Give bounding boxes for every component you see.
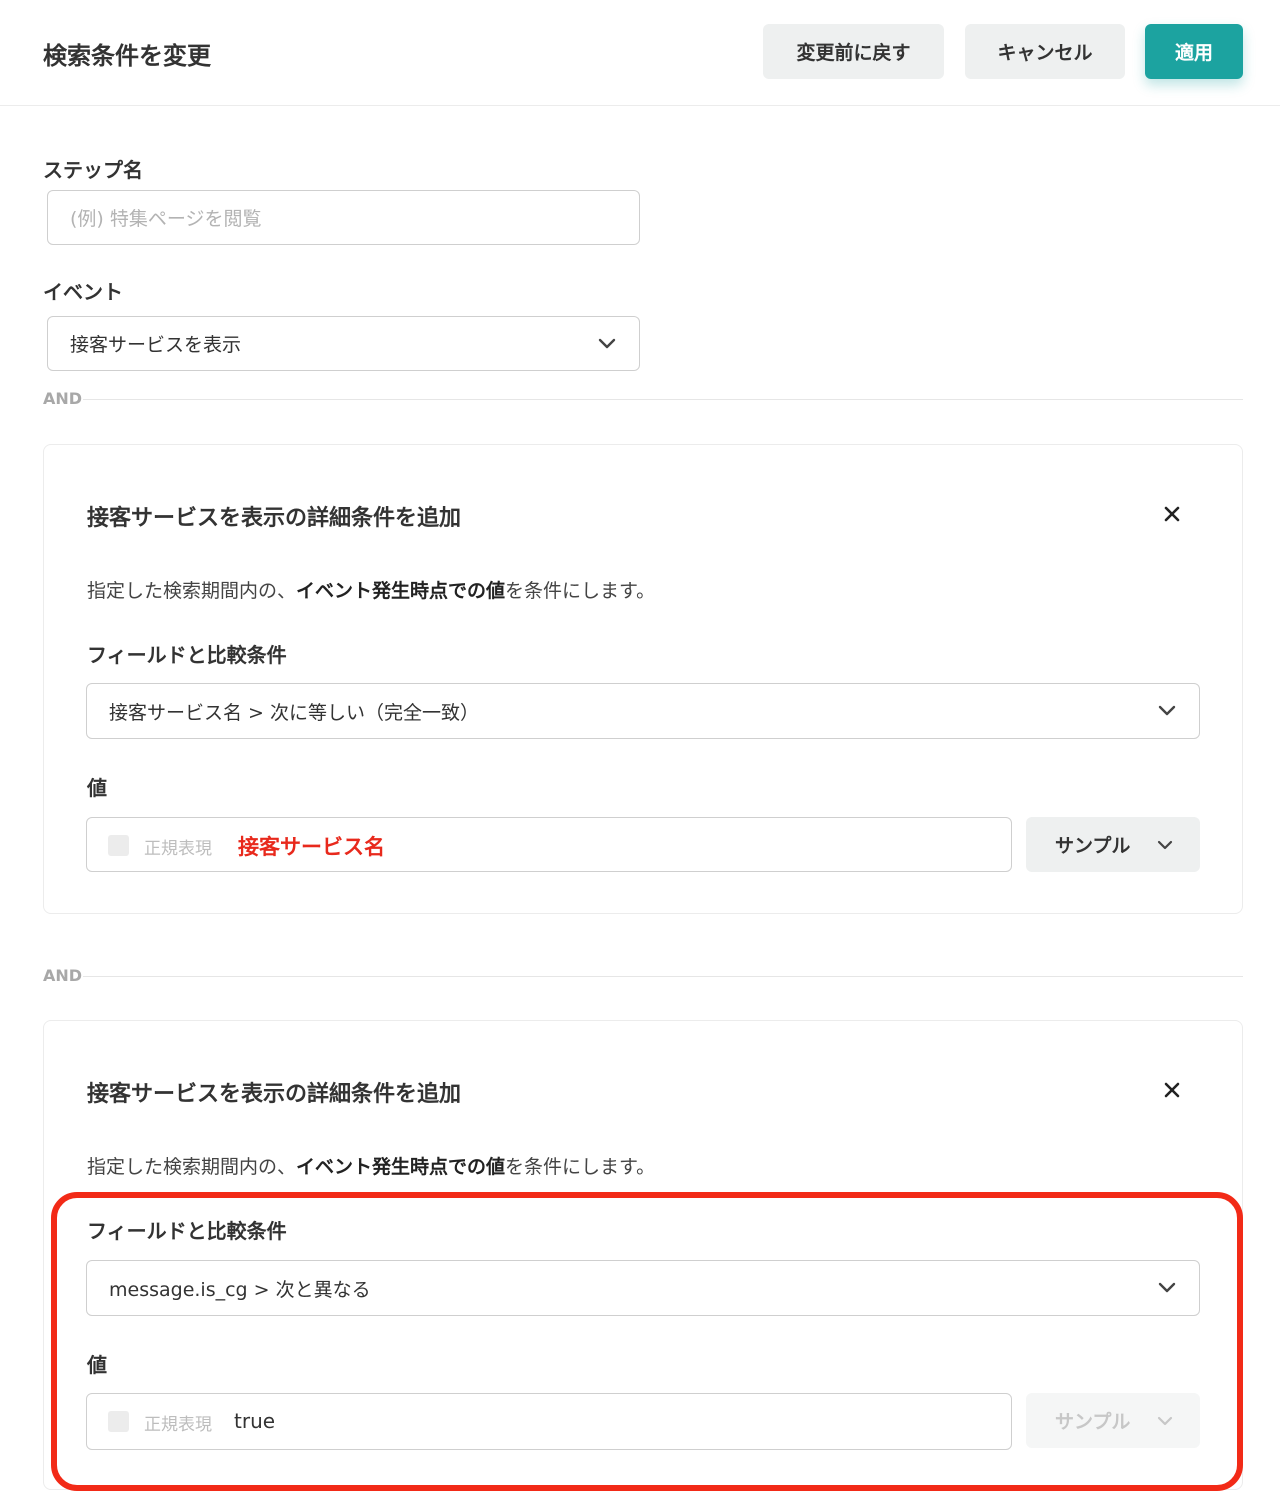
- cancel-button[interactable]: キャンセル: [965, 24, 1125, 79]
- chevron-down-icon: [1157, 839, 1173, 851]
- field-selected-value: 接客サービス名 > 次に等しい（完全一致）: [109, 701, 480, 724]
- card-description: 指定した検索期間内の、イベント発生時点での値を条件にします。: [87, 1156, 656, 1178]
- divider-line: [83, 976, 1243, 977]
- value-label: 値: [87, 776, 107, 800]
- regex-checkbox[interactable]: [108, 835, 129, 856]
- header: 検索条件を変更 変更前に戻す キャンセル 適用: [0, 0, 1280, 106]
- chevron-down-icon: [1157, 705, 1177, 717]
- divider-line: [83, 399, 1243, 400]
- condition-card: 接客サービスを表示の詳細条件を追加 指定した検索期間内の、イベント発生時点での値…: [43, 1020, 1243, 1490]
- step-name-placeholder: (例) 特集ページを閲覧: [70, 208, 262, 230]
- close-icon[interactable]: [1157, 499, 1187, 529]
- condition-card: 接客サービスを表示の詳細条件を追加 指定した検索期間内の、イベント発生時点での値…: [43, 444, 1243, 914]
- chevron-down-icon: [597, 338, 617, 350]
- regex-checkbox[interactable]: [108, 1411, 129, 1432]
- field-selected-value: message.is_cg > 次と異なる: [109, 1278, 371, 1301]
- event-selected-value: 接客サービスを表示: [70, 334, 242, 356]
- and-divider: AND: [43, 966, 1243, 986]
- regex-label: 正規表現: [144, 839, 212, 859]
- apply-button[interactable]: 適用: [1145, 24, 1243, 79]
- field-select[interactable]: 接客サービス名 > 次に等しい（完全一致）: [86, 683, 1200, 739]
- event-select[interactable]: 接客サービスを表示: [47, 316, 640, 371]
- chevron-down-icon: [1157, 1415, 1173, 1427]
- sample-button[interactable]: サンプル: [1026, 1393, 1200, 1448]
- and-divider: AND: [43, 389, 1243, 409]
- card-description: 指定した検索期間内の、イベント発生時点での値を条件にします。: [87, 580, 656, 602]
- chevron-down-icon: [1157, 1282, 1177, 1294]
- and-label: AND: [43, 389, 83, 408]
- field-label: フィールドと比較条件: [87, 1219, 287, 1243]
- field-select[interactable]: message.is_cg > 次と異なる: [86, 1260, 1200, 1316]
- value-label: 値: [87, 1353, 107, 1377]
- sample-label: サンプル: [1055, 1411, 1131, 1433]
- page-title: 検索条件を変更: [43, 42, 211, 70]
- close-icon[interactable]: [1157, 1075, 1187, 1105]
- event-label: イベント: [43, 280, 123, 304]
- sample-button[interactable]: サンプル: [1026, 817, 1200, 872]
- regex-label: 正規表現: [144, 1415, 212, 1435]
- field-label: フィールドと比較条件: [87, 643, 287, 667]
- value-input[interactable]: 正規表現 true: [86, 1393, 1012, 1450]
- revert-button[interactable]: 変更前に戻す: [763, 24, 944, 79]
- step-name-input[interactable]: (例) 特集ページを閲覧: [47, 190, 640, 245]
- card-title: 接客サービスを表示の詳細条件を追加: [87, 506, 462, 531]
- value-text: true: [234, 1409, 276, 1433]
- value-input[interactable]: 正規表現 接客サービス名: [86, 817, 1012, 872]
- card-title: 接客サービスを表示の詳細条件を追加: [87, 1082, 462, 1107]
- and-label: AND: [43, 966, 83, 985]
- sample-label: サンプル: [1055, 835, 1131, 857]
- step-name-label: ステップ名: [43, 158, 143, 182]
- value-text: 接客サービス名: [238, 835, 385, 859]
